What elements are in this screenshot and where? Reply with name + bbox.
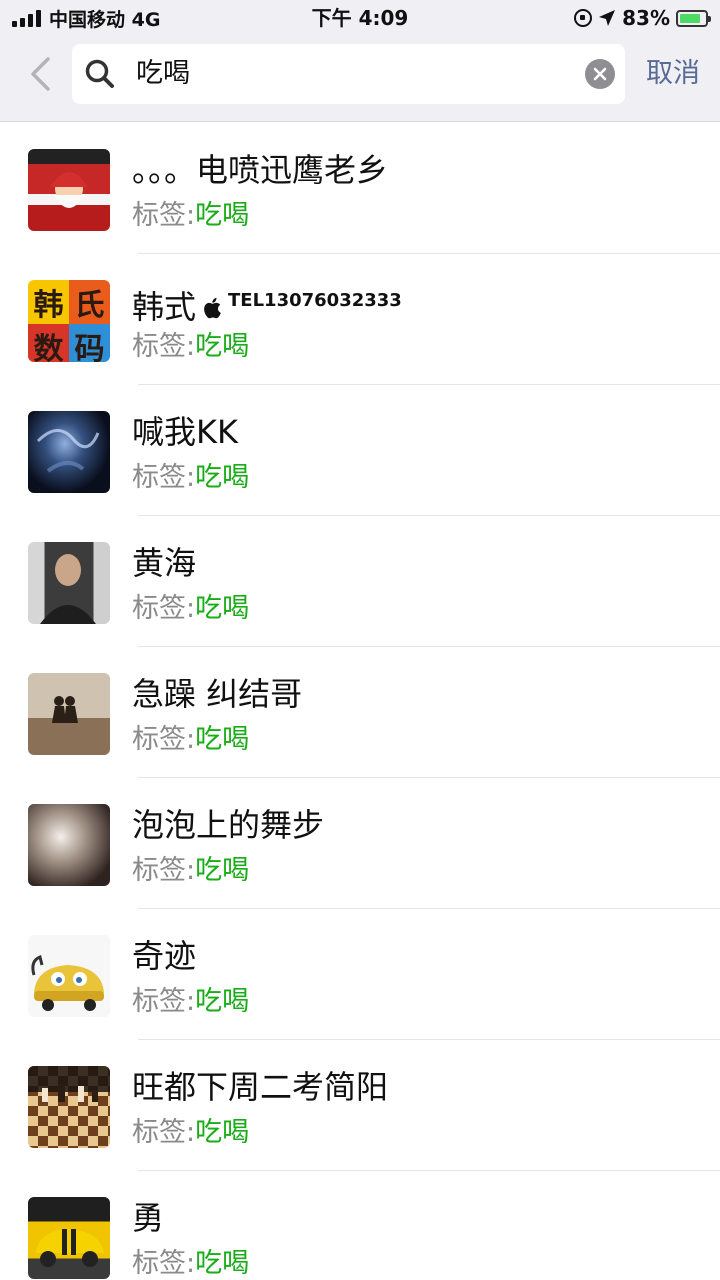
list-item[interactable]: 。。。电喷迅鹰老乡 标签:吃喝 — [0, 123, 720, 254]
tag-value: 吃喝 — [195, 855, 250, 886]
contact-name: 黄海 — [132, 544, 197, 582]
avatar-glyph: 码 — [69, 324, 110, 362]
tag-value: 吃喝 — [195, 593, 250, 624]
list-item[interactable]: 急躁 纠结哥 标签:吃喝 — [0, 647, 720, 778]
tag-label: 标签: — [132, 1117, 196, 1148]
tag-label: 标签: — [132, 462, 196, 493]
status-right: 83% — [574, 5, 711, 31]
search-input[interactable]: 吃喝 — [136, 44, 190, 104]
tag-label: 标签: — [132, 724, 196, 755]
avatar-glyph: 数 — [28, 324, 69, 362]
tag-line: 标签:吃喝 — [132, 460, 249, 496]
tag-line: 标签:吃喝 — [132, 984, 249, 1020]
search-header: 吃喝 取消 — [0, 36, 720, 122]
tag-line: 标签:吃喝 — [132, 198, 249, 234]
list-item[interactable]: 黄海 标签:吃喝 — [0, 516, 720, 647]
tag-value: 吃喝 — [195, 200, 250, 231]
tag-label: 标签: — [132, 1248, 196, 1279]
tag-line: 标签:吃喝 — [132, 722, 249, 758]
tag-label: 标签: — [132, 200, 196, 231]
avatar — [28, 542, 110, 624]
contact-phone: TEL13076032333 — [228, 290, 402, 311]
contact-name: 泡泡上的舞步 — [132, 806, 325, 844]
apple-logo-icon — [204, 297, 221, 319]
battery-charging-icon — [676, 9, 711, 27]
avatar — [28, 149, 110, 231]
status-bar: 中国移动 4G 下午 4:09 83% — [0, 0, 720, 36]
avatar — [28, 1197, 110, 1279]
tag-value: 吃喝 — [195, 986, 250, 1017]
list-item[interactable]: 勇 标签:吃喝 — [0, 1171, 720, 1280]
contact-name: 勇 — [132, 1199, 165, 1237]
tag-value: 吃喝 — [195, 724, 250, 755]
search-box[interactable]: 吃喝 — [72, 44, 625, 104]
clear-icon — [593, 67, 607, 81]
back-chevron-icon — [31, 57, 50, 91]
contact-name: 急躁 纠结哥 — [132, 675, 303, 713]
back-button[interactable] — [20, 54, 60, 94]
tag-label: 标签: — [132, 331, 196, 362]
avatar: 韩 氏 数 码 — [28, 280, 110, 362]
list-item[interactable]: 旺都下周二考简阳 标签:吃喝 — [0, 1040, 720, 1171]
battery-level — [680, 13, 700, 23]
avatar-glyph: 韩 — [28, 280, 69, 324]
avatar — [28, 935, 110, 1017]
tag-value: 吃喝 — [195, 1117, 250, 1148]
tag-value: 吃喝 — [195, 462, 250, 493]
tag-value: 吃喝 — [195, 1248, 250, 1279]
contact-name: 奇迹 — [132, 937, 197, 975]
list-item[interactable]: 泡泡上的舞步 标签:吃喝 — [0, 778, 720, 909]
contact-name: 韩式 TEL13076032333 — [132, 280, 402, 328]
tag-line: 标签:吃喝 — [132, 853, 249, 889]
tag-value: 吃喝 — [195, 331, 250, 362]
cancel-button[interactable]: 取消 — [646, 44, 700, 104]
tag-line: 标签:吃喝 — [132, 1115, 249, 1151]
avatar-glyph: 氏 — [69, 280, 110, 324]
tag-label: 标签: — [132, 593, 196, 624]
list-item[interactable]: 韩 氏 数 码 韩式 TEL13076032333 标签:吃喝 — [0, 254, 720, 385]
battery-percent: 83% — [622, 6, 670, 30]
contact-name-text: 韩式 — [132, 288, 197, 326]
search-icon — [85, 59, 114, 88]
contact-name: 。。。电喷迅鹰老乡 — [132, 151, 389, 189]
rotation-lock-icon — [574, 9, 593, 27]
tag-line: 标签:吃喝 — [132, 591, 249, 627]
avatar — [28, 673, 110, 755]
avatar — [28, 1066, 110, 1148]
avatar — [28, 804, 110, 886]
tag-label: 标签: — [132, 855, 196, 886]
contact-name: 旺都下周二考简阳 — [132, 1068, 389, 1106]
search-results: 。。。电喷迅鹰老乡 标签:吃喝 韩 氏 数 码 韩式 TEL13076032333… — [0, 123, 720, 1280]
location-icon — [599, 10, 616, 26]
avatar — [28, 411, 110, 493]
contact-name: 喊我KK — [132, 413, 238, 451]
list-item[interactable]: 奇迹 标签:吃喝 — [0, 909, 720, 1040]
clear-button[interactable] — [585, 59, 615, 89]
tag-line: 标签:吃喝 — [132, 329, 249, 365]
list-item[interactable]: 喊我KK 标签:吃喝 — [0, 385, 720, 516]
tag-line: 标签:吃喝 — [132, 1246, 249, 1280]
tag-label: 标签: — [132, 986, 196, 1017]
